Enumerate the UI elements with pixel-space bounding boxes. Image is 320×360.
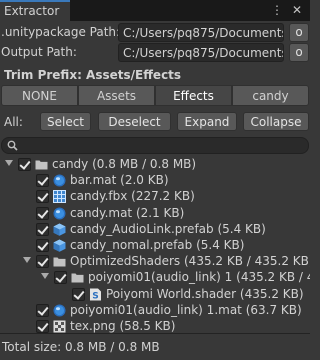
tree-row[interactable]: tex.png (58.5 KB) (0, 318, 310, 333)
tree-row-label: poiyomi01(audio_link) 1.mat (63.7 KB) (70, 302, 302, 317)
trim-option-effects[interactable]: Effects (155, 85, 232, 106)
window-title: Extractor (4, 4, 60, 18)
window-tab-extractor[interactable]: Extractor (0, 0, 70, 21)
unitypackage-path-row: .unitypackage Path: C:/Users/pq875/Docum… (0, 22, 310, 42)
tree-row[interactable]: S Poiyomi World.shader (435.2 KB) (0, 286, 310, 303)
texture-icon (53, 320, 66, 333)
output-browse-button[interactable]: o (289, 43, 309, 62)
unitypackage-path-label: .unitypackage Path: (1, 25, 121, 39)
expand-button[interactable]: Expand (177, 112, 237, 131)
foldout-arrow-icon[interactable] (5, 160, 13, 166)
deselect-button[interactable]: Deselect (98, 112, 171, 131)
material-icon (53, 207, 66, 220)
tree-row-label: candy_nomal.prefab (5.4 KB) (70, 238, 245, 252)
row-checkbox[interactable] (36, 320, 49, 333)
row-checkbox[interactable] (54, 271, 67, 285)
total-size-label: Total size: 0.8 MB / 0.8 MB (2, 340, 160, 354)
tree-row[interactable]: OptimizedShaders (435.2 KB / 435.2 KB) (0, 253, 310, 270)
asset-tree: candy (0.8 MB / 0.8 MB) bar.mat (2.0 KB) c… (0, 155, 310, 333)
window-menu-icon[interactable]: ⋮ (271, 3, 283, 17)
folder-icon (53, 255, 66, 268)
tree-row-label: bar.mat (2.0 KB) (70, 173, 169, 188)
material-icon (53, 304, 66, 317)
tree-row-label: candy.mat (2.1 KB) (70, 205, 185, 220)
window-tab-bar: Extractor ⋮ ✕ (0, 0, 310, 21)
output-path-label: Output Path: (1, 45, 77, 59)
folder-icon (71, 271, 84, 284)
row-checkbox[interactable] (36, 190, 49, 204)
unitypackage-path-field[interactable]: C:/Users/pq875/Documents/ (118, 23, 284, 42)
trim-prefix-selector: NONE Assets Effects candy (1, 85, 309, 106)
svg-text:S: S (92, 291, 98, 301)
tree-row[interactable]: candy.mat (2.1 KB) (0, 205, 310, 222)
status-footer: Total size: 0.8 MB / 0.8 MB (0, 333, 310, 360)
all-label: All: (4, 115, 23, 129)
tree-row[interactable]: candy (0.8 MB / 0.8 MB) (0, 156, 310, 173)
material-icon (53, 174, 66, 187)
output-path-field[interactable]: C:/Users/pq875/Documents/ (118, 43, 284, 62)
tree-row-label: poiyomi01(audio_link) 1 (435.2 KB / 435.… (88, 270, 310, 285)
row-checkbox[interactable] (72, 287, 85, 301)
row-checkbox[interactable] (36, 222, 49, 236)
row-checkbox[interactable] (36, 239, 49, 252)
tree-row[interactable]: candy_nomal.prefab (5.4 KB) (0, 237, 310, 254)
tree-row-label: candy.fbx (227.2 KB) (70, 189, 195, 204)
row-checkbox[interactable] (36, 174, 49, 188)
unitypackage-browse-button[interactable]: o (289, 23, 309, 42)
output-path-row: Output Path: C:/Users/pq875/Documents/ o (0, 42, 310, 62)
trim-option-assets[interactable]: Assets (78, 85, 155, 106)
select-button[interactable]: Select (40, 112, 91, 131)
prefab-icon (53, 223, 66, 236)
tree-row-label: tex.png (58.5 KB) (70, 319, 176, 333)
tree-row-label: Poiyomi World.shader (435.2 KB) (106, 286, 304, 301)
tree-row[interactable]: poiyomi01(audio_link) 1.mat (63.7 KB) (0, 302, 310, 319)
window-close-icon[interactable]: ✕ (292, 3, 302, 17)
collapse-button[interactable]: Collapse (243, 112, 309, 131)
prefab-icon (53, 239, 66, 252)
trim-prefix-title: Trim Prefix: Assets/Effects (4, 68, 182, 82)
tree-row[interactable]: candy.fbx (227.2 KB) (0, 188, 310, 205)
foldout-arrow-icon[interactable] (41, 273, 49, 280)
mesh-grid-icon (53, 190, 66, 204)
row-checkbox[interactable] (36, 303, 49, 317)
shader-icon: S (89, 288, 102, 301)
tree-row[interactable]: poiyomi01(audio_link) 1 (435.2 KB / 435.… (0, 269, 310, 286)
search-icon (7, 140, 18, 151)
row-checkbox[interactable] (18, 158, 31, 171)
tree-row[interactable]: bar.mat (2.0 KB) (0, 172, 310, 189)
folder-icon (35, 158, 48, 171)
tree-row[interactable]: candy_AudioLink.prefab (5.4 KB) (0, 221, 310, 238)
row-checkbox[interactable] (36, 206, 49, 220)
trim-option-none[interactable]: NONE (1, 85, 78, 106)
trim-option-candy[interactable]: candy (232, 85, 309, 106)
foldout-arrow-icon[interactable] (23, 257, 31, 264)
row-checkbox[interactable] (36, 255, 49, 269)
tree-row-label: OptimizedShaders (435.2 KB / 435.2 KB) (70, 254, 310, 269)
tree-row-label: candy (0.8 MB / 0.8 MB) (52, 157, 197, 171)
search-field[interactable] (1, 137, 309, 154)
tree-row-label: candy_AudioLink.prefab (5.4 KB) (70, 221, 266, 236)
